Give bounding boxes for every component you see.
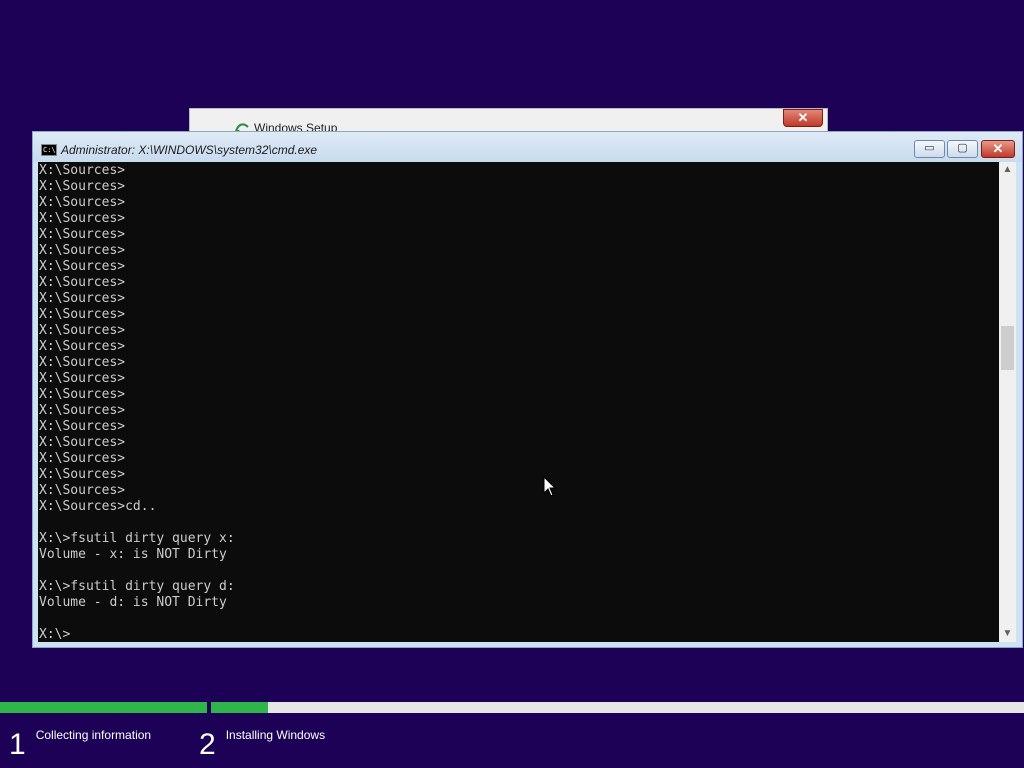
scroll-up-arrow-icon[interactable]: ▲ (999, 162, 1016, 178)
console-line: X:\Sources> (39, 467, 126, 482)
step-label: Installing Windows (225, 728, 326, 742)
console-line: X:\Sources> (39, 451, 126, 466)
console-line: X:\Sources> (39, 227, 126, 242)
console-line: X:\Sources> (39, 291, 126, 306)
progress-step2-fill (211, 702, 268, 713)
console-line: X:\Sources> (39, 275, 126, 290)
step-installing-windows: 2 Installing Windows (199, 728, 325, 762)
close-button[interactable]: ✕ (981, 140, 1015, 158)
console-line: X:\Sources>cd.. (39, 499, 157, 514)
step-number: 1 (9, 728, 26, 761)
scroll-down-arrow-icon[interactable]: ▼ (999, 626, 1016, 642)
console-line: X:\Sources> (39, 211, 126, 226)
cmd-window-title: Administrator: X:\WINDOWS\system32\cmd.e… (61, 143, 318, 157)
console-line: X:\Sources> (39, 435, 126, 450)
console-line: Volume - x: is NOT Dirty (39, 547, 227, 562)
console-line: X:\>fsutil dirty query x: (39, 531, 235, 546)
maximize-button[interactable]: ▢ (947, 140, 978, 158)
console-line: Volume - d: is NOT Dirty (39, 595, 227, 610)
cmd-titlebar[interactable]: C:\ Administrator: X:\WINDOWS\system32\c… (33, 132, 1022, 162)
console-line: X:\> (39, 627, 71, 642)
console-line: X:\Sources> (39, 163, 126, 178)
mouse-pointer-icon (543, 476, 557, 497)
cmd-window[interactable]: C:\ Administrator: X:\WINDOWS\system32\c… (32, 131, 1023, 648)
console-line: X:\Sources> (39, 195, 126, 210)
setup-close-button[interactable]: ✕ (783, 109, 823, 127)
step-number: 2 (199, 728, 216, 761)
console-line: X:\Sources> (39, 419, 126, 434)
console-output[interactable]: X:\Sources> X:\Sources> X:\Sources> X:\Sour… (38, 162, 999, 642)
console-line: X:\Sources> (39, 307, 126, 322)
console-line: X:\Sources> (39, 243, 126, 258)
scroll-thumb[interactable] (1001, 326, 1014, 370)
console-line: X:\Sources> (39, 259, 126, 274)
setup-progress-bar (0, 702, 1024, 713)
console-line: X:\>fsutil dirty query d: (39, 579, 235, 594)
step-collecting-information: 1 Collecting information (9, 728, 151, 762)
vertical-scrollbar[interactable]: ▲ ▼ (999, 162, 1016, 642)
minimize-button[interactable]: ▭ (914, 140, 945, 158)
desktop-background: Windows Setup ✕ C:\ Administrator: X:\WI… (0, 0, 1024, 768)
console-line: X:\Sources> (39, 323, 126, 338)
step-label: Collecting information (35, 728, 152, 742)
console-line: X:\Sources> (39, 483, 126, 498)
console-line: X:\Sources> (39, 339, 126, 354)
console-line: X:\Sources> (39, 403, 126, 418)
console-line: X:\Sources> (39, 371, 126, 386)
progress-step1-fill (0, 702, 207, 713)
console-line: X:\Sources> (39, 179, 126, 194)
console-line: X:\Sources> (39, 355, 126, 370)
command-prompt-icon: C:\ (41, 144, 57, 156)
console-line: X:\Sources> (39, 387, 126, 402)
console-lines: X:\Sources> X:\Sources> X:\Sources> X:\Sour… (39, 163, 235, 642)
